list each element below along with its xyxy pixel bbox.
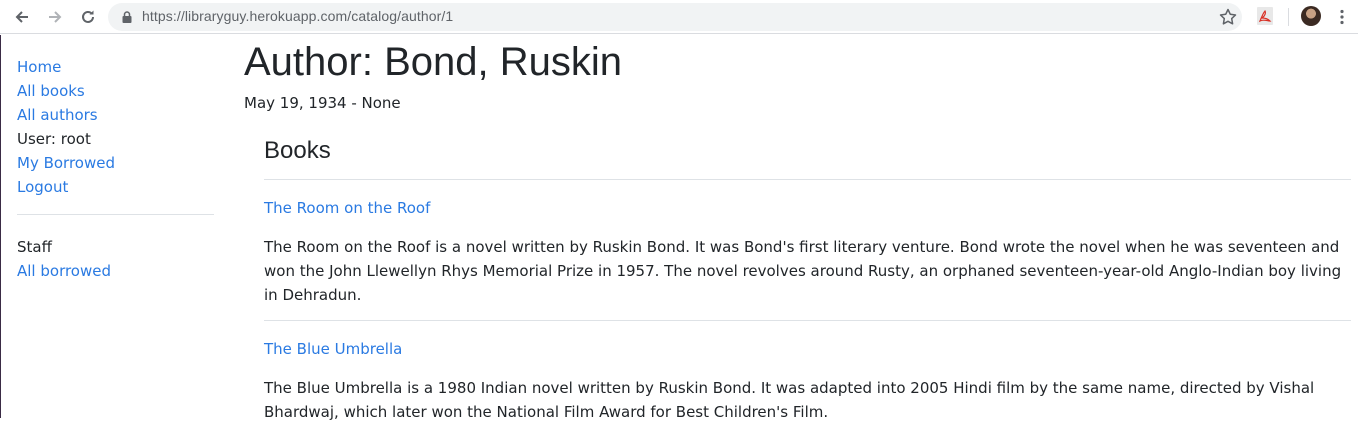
book-item: The Blue Umbrella The Blue Umbrella is a…	[264, 321, 1351, 424]
sidebar-link-logout[interactable]: Logout	[17, 175, 215, 199]
sidebar-link-all-books[interactable]: All books	[17, 79, 215, 103]
back-button[interactable]	[10, 5, 34, 29]
lock-icon	[122, 11, 132, 23]
browser-toolbar: https://libraryguy.herokuapp.com/catalog…	[0, 0, 1358, 34]
author-dates: May 19, 1934 - None	[244, 94, 401, 112]
sidebar-staff-heading: Staff	[17, 238, 52, 256]
sidebar-divider	[17, 214, 214, 215]
book-title-link[interactable]: The Room on the Roof	[264, 199, 430, 217]
forward-arrow-icon	[49, 11, 62, 23]
book-summary: The Room on the Roof is a novel written …	[264, 238, 1342, 304]
profile-avatar[interactable]	[1301, 6, 1321, 26]
address-bar[interactable]: https://libraryguy.herokuapp.com/catalog…	[108, 3, 1242, 31]
books-heading: Books	[264, 137, 331, 164]
page-content: Home All books All authors User: root My…	[0, 35, 1358, 421]
sidebar-link-home[interactable]: Home	[17, 55, 215, 79]
back-arrow-icon	[15, 11, 28, 23]
sidebar-link-all-authors[interactable]: All authors	[17, 103, 215, 127]
sidebar-user-label: User: root	[17, 130, 91, 148]
more-options-icon[interactable]	[1333, 8, 1351, 26]
reload-icon	[82, 10, 94, 23]
book-title-link[interactable]: The Blue Umbrella	[264, 340, 402, 358]
sidebar-link-all-borrowed[interactable]: All borrowed	[17, 259, 215, 283]
sidebar-nav: Home All books All authors User: root My…	[17, 55, 215, 283]
pdf-extension-icon[interactable]	[1257, 7, 1273, 25]
page-title: Author: Bond, Ruskin	[244, 40, 622, 84]
sidebar-link-my-borrowed[interactable]: My Borrowed	[17, 151, 215, 175]
url-text: https://libraryguy.herokuapp.com/catalog…	[142, 8, 454, 24]
forward-button[interactable]	[43, 5, 67, 29]
book-summary: The Blue Umbrella is a 1980 Indian novel…	[264, 379, 1315, 421]
reload-button[interactable]	[76, 5, 100, 29]
book-item: The Room on the Roof The Room on the Roo…	[264, 180, 1351, 307]
toolbar-separator	[1288, 8, 1289, 26]
books-section: Books The Room on the Roof The Room on t…	[264, 135, 1351, 424]
bookmark-star-icon[interactable]	[1218, 7, 1238, 27]
